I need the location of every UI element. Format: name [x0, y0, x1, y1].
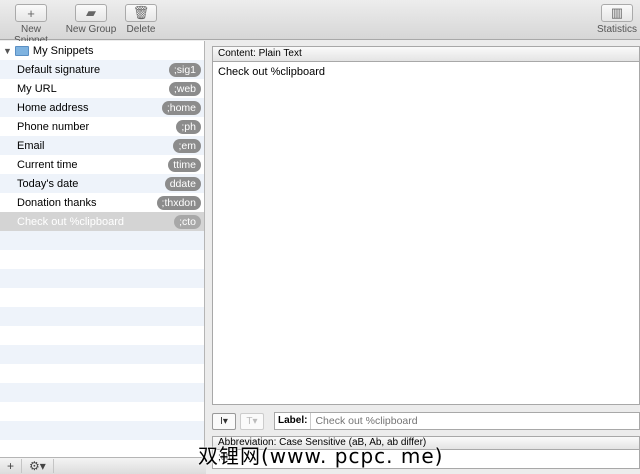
snippet-item[interactable]: Donation thanks ;thxdon — [0, 193, 204, 212]
snippet-item[interactable]: Current time ttime — [0, 155, 204, 174]
empty-row — [0, 326, 204, 345]
group-my-snippets[interactable]: ▼ My Snippets — [0, 41, 204, 60]
abbreviation-badge: ;home — [161, 100, 201, 115]
snippet-item[interactable]: Today's date ddate — [0, 174, 204, 193]
new-group-button[interactable]: ▰ New Group — [64, 4, 118, 35]
content-header[interactable]: Content: Plain Text — [212, 46, 640, 61]
group-label: My Snippets — [32, 44, 94, 57]
abbreviation-badge: ;em — [173, 138, 201, 153]
abbreviation-badge: ;sig1 — [168, 62, 201, 77]
snippet-item[interactable]: Home address ;home — [0, 98, 204, 117]
snippet-item[interactable]: Default signature ;sig1 — [0, 60, 204, 79]
sidebar-bottom-bar: + ⚙▾ — [0, 457, 206, 474]
trash-icon: 🗑 — [125, 4, 157, 22]
snippet-label: Check out %clipboard — [17, 215, 125, 228]
disclosure-triangle-icon[interactable]: ▼ — [3, 46, 12, 56]
empty-row — [0, 231, 204, 250]
folder-add-icon: ▰ — [75, 4, 107, 22]
abbreviation-badge: ddate — [164, 176, 201, 191]
snippet-label: Current time — [17, 158, 78, 171]
delete-button[interactable]: 🗑 Delete — [124, 4, 158, 35]
empty-row — [0, 440, 204, 457]
content-editor: Content: Plain Text Check out %clipboard — [212, 46, 640, 405]
abbreviation-badge: ;cto — [174, 214, 201, 229]
editor-controls: I▾ T▾ Label: — [212, 412, 640, 430]
snippet-label: Home address — [17, 101, 89, 114]
empty-row — [0, 383, 204, 402]
gear-menu-button[interactable]: ⚙▾ — [22, 459, 54, 473]
empty-row — [0, 307, 204, 326]
abbreviation-badge: ;ph — [176, 119, 201, 134]
snippet-item[interactable]: Check out %clipboard ;cto — [0, 212, 204, 231]
chart-icon: ▥ — [601, 4, 633, 22]
new-group-label: New Group — [65, 24, 117, 35]
abbreviation-badge: ttime — [168, 157, 201, 172]
empty-row — [0, 345, 204, 364]
insert-text-popup[interactable]: T▾ — [240, 412, 264, 430]
label-title: Label: — [275, 413, 312, 429]
new-snippet-button[interactable]: + New Snippet — [3, 4, 59, 46]
empty-row — [0, 288, 204, 307]
folder-icon — [14, 45, 29, 56]
plus-icon: + — [15, 4, 47, 22]
watermark: 双锂网(www. pcpc. me) — [198, 444, 444, 468]
abbreviation-badge: ;web — [168, 81, 201, 96]
snippet-label: Phone number — [17, 120, 90, 133]
abbreviation-badge: ;thxdon — [156, 195, 201, 210]
toolbar: + New Snippet ▰ New Group 🗑 Delete ▥ Sta… — [0, 0, 640, 46]
snippet-item[interactable]: Email ;em — [0, 136, 204, 155]
content-textarea[interactable]: Check out %clipboard — [212, 61, 640, 405]
empty-row — [0, 402, 204, 421]
snippet-item[interactable]: My URL ;web — [0, 79, 204, 98]
add-button[interactable]: + — [0, 459, 23, 473]
snippet-label: My URL — [17, 82, 57, 95]
label-input[interactable] — [311, 415, 639, 427]
empty-row — [0, 269, 204, 288]
snippet-item[interactable]: Phone number ;ph — [0, 117, 204, 136]
snippet-label: Email — [17, 139, 45, 152]
delete-label: Delete — [126, 24, 156, 35]
empty-row — [0, 364, 204, 383]
empty-row — [0, 250, 204, 269]
insert-cursor-popup[interactable]: I▾ — [212, 412, 236, 430]
statistics-label: Statistics — [597, 24, 638, 35]
snippet-list[interactable]: ▼ My Snippets Default signature ;sig1 My U… — [0, 41, 205, 457]
label-field: Label: — [274, 412, 640, 430]
snippet-label: Donation thanks — [17, 196, 97, 209]
statistics-button[interactable]: ▥ Statistics — [597, 4, 637, 35]
empty-row — [0, 421, 204, 440]
snippet-label: Default signature — [17, 63, 101, 76]
snippet-label: Today's date — [17, 177, 79, 190]
